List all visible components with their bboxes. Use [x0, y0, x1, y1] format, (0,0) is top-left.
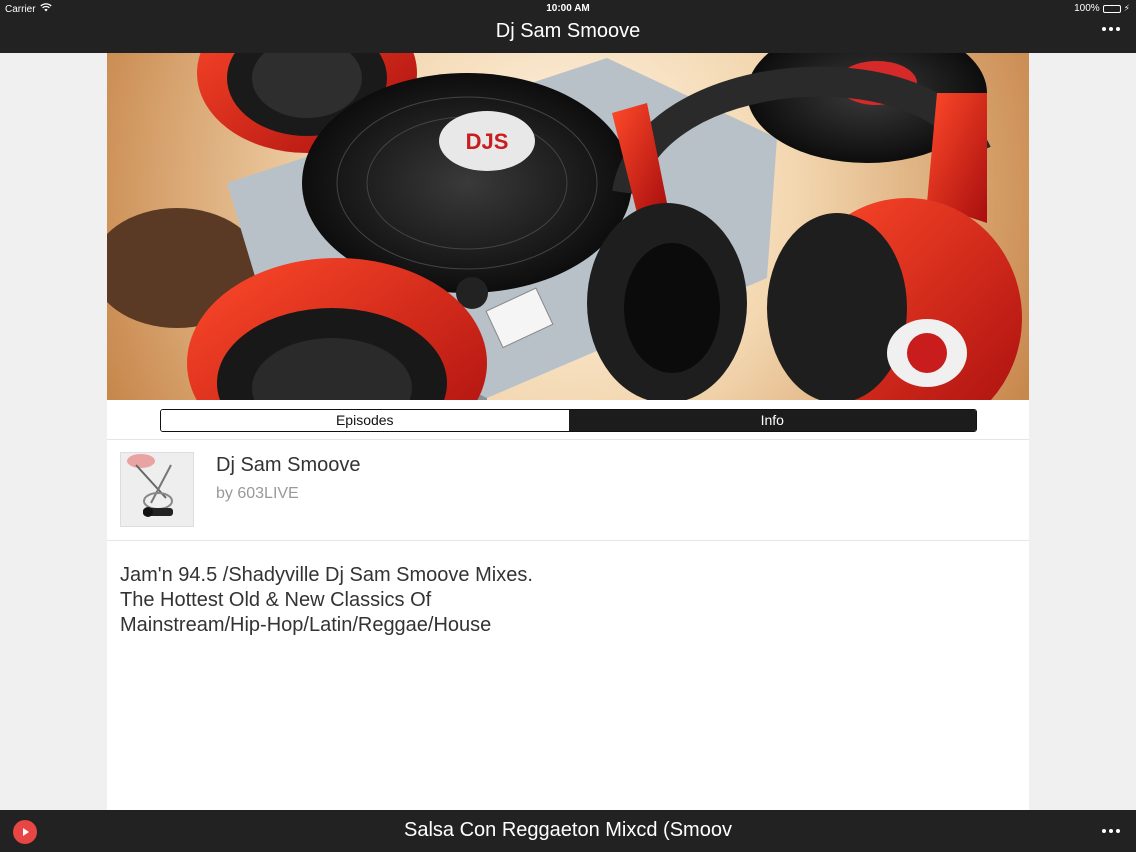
- segmented-control: Episodes Info: [160, 409, 977, 432]
- more-icon: [1102, 829, 1106, 833]
- description-line: Mainstream/Hip-Hop/Latin/Reggae/House: [120, 614, 492, 636]
- description-line: The Hottest Old & New Classics Of: [120, 589, 432, 611]
- now-playing-title[interactable]: Salsa Con Reggaeton Mixcd (Smoov: [0, 819, 1136, 842]
- divider: [107, 439, 1029, 440]
- battery-icon: [1102, 4, 1121, 13]
- charging-icon: ⚡: [1123, 3, 1130, 13]
- battery-percent: 100%: [1074, 3, 1100, 14]
- page-title: Dj Sam Smoove: [495, 20, 641, 42]
- show-title: Dj Sam Smoove: [216, 454, 361, 476]
- navigation-bar: Carrier 10:00 AM 100% ⚡ Dj Sam Smoove: [0, 0, 1136, 53]
- status-bar: Carrier 10:00 AM 100% ⚡: [0, 0, 1136, 18]
- tab-info[interactable]: Info: [568, 410, 976, 431]
- show-thumbnail: [120, 452, 194, 527]
- mini-player: Salsa Con Reggaeton Mixcd (Smoov: [0, 810, 1136, 852]
- divider: [107, 540, 1029, 541]
- more-options-button[interactable]: [1102, 27, 1120, 31]
- status-time: 10:00 AM: [546, 3, 590, 14]
- more-icon: [1102, 27, 1106, 31]
- player-more-button[interactable]: [1102, 829, 1120, 833]
- show-description: Jam'n 94.5 /Shadyville Dj Sam Smoove Mix…: [120, 563, 1000, 638]
- show-author: by 603LIVE: [216, 485, 299, 502]
- tab-episodes[interactable]: Episodes: [161, 410, 569, 431]
- svg-text:DJS: DJS: [466, 129, 509, 154]
- content-panel: DJS Episodes Info Dj Sam Smoove by 603LI…: [107, 53, 1029, 810]
- description-line: Jam'n 94.5 /Shadyville Dj Sam Smoove Mix…: [120, 564, 533, 586]
- podcast-cover-art: DJS: [107, 53, 1029, 400]
